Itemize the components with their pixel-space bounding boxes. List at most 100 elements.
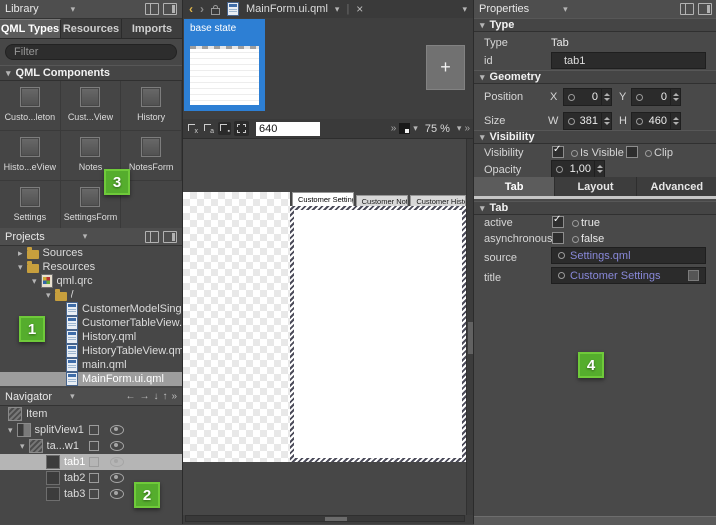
component-history[interactable]: History	[121, 81, 182, 131]
chevron-down-icon[interactable]: ▾	[335, 5, 340, 14]
form-tab-customer-notes[interactable]: Customer Notes	[356, 195, 409, 206]
overflow-icon[interactable]: »	[391, 123, 397, 134]
export-icon[interactable]	[89, 457, 99, 467]
stepper-icon[interactable]	[601, 113, 611, 129]
zoom-level[interactable]: 75 %	[425, 123, 450, 135]
eye-icon[interactable]	[110, 425, 124, 435]
chevron-down-icon[interactable]: ▾	[71, 5, 76, 14]
active-checkbox[interactable]: ✓	[552, 216, 564, 228]
export-icon[interactable]	[89, 425, 99, 435]
open-file-name[interactable]: MainForm.ui.qml	[246, 3, 328, 15]
export-icon[interactable]	[89, 489, 99, 499]
export-icon[interactable]	[89, 473, 99, 483]
split-panel-icon[interactable]	[680, 3, 694, 15]
binding-dot-icon[interactable]	[556, 166, 563, 173]
tree-row-resources[interactable]: ▾ Resources	[0, 260, 182, 274]
qml-components-section-header[interactable]: ▾ QML Components	[0, 65, 182, 81]
snap-anchors-icon[interactable]: a	[202, 122, 215, 135]
tab-tab[interactable]: Tab	[474, 177, 555, 196]
binding-dot-icon[interactable]	[572, 220, 579, 227]
section-geometry[interactable]: ▾ Geometry	[474, 70, 716, 84]
binding-dot-icon[interactable]	[571, 150, 578, 157]
binding-dot-icon[interactable]	[568, 94, 575, 101]
y-spinbox[interactable]: 0	[631, 88, 681, 106]
transparent-checkerboard[interactable]: Customer Settings Customer Notes Custome…	[183, 192, 466, 462]
x-spinbox[interactable]: 0	[563, 88, 612, 106]
chevron-down-icon[interactable]: ▾	[413, 124, 418, 133]
horizontal-scrollbar[interactable]	[185, 515, 465, 522]
eye-icon[interactable]	[110, 441, 124, 451]
component-historytableview[interactable]: Histo...eView	[0, 131, 61, 181]
chevron-down-icon[interactable]: ▾	[18, 263, 23, 272]
navigator-row-tabview1[interactable]: ▾ ta...w1	[0, 438, 182, 454]
id-field[interactable]: tab1	[551, 52, 706, 69]
chevron-down-icon[interactable]: ▾	[32, 277, 37, 286]
tree-row-sources[interactable]: ▸ Sources	[0, 246, 182, 260]
tree-row-customermodel[interactable]: CustomerModelSingle	[0, 302, 182, 316]
tree-row-root-folder[interactable]: ▾ /	[0, 288, 182, 302]
canvas-width-field[interactable]: 640	[256, 122, 320, 136]
navigator-row-splitview1[interactable]: ▾ splitView1	[0, 422, 182, 438]
form-content-area[interactable]	[294, 210, 462, 458]
height-spinbox[interactable]: 460	[631, 112, 681, 130]
chevron-down-icon[interactable]: ▾	[20, 442, 25, 451]
overflow-icon[interactable]: »	[171, 391, 177, 402]
close-document-icon[interactable]: ×	[356, 2, 363, 16]
chevron-down-icon[interactable]: ▾	[462, 5, 467, 14]
eye-icon[interactable]	[110, 489, 124, 499]
overflow-icon[interactable]: »	[464, 123, 470, 134]
forward-icon[interactable]: ›	[200, 2, 204, 16]
move-down-icon[interactable]: ↓	[153, 391, 158, 402]
binding-dot-icon[interactable]	[636, 94, 643, 101]
chevron-right-icon[interactable]: ▸	[18, 249, 23, 258]
is-visible-checkbox[interactable]: ✓	[552, 146, 564, 158]
close-panel-icon[interactable]	[163, 3, 177, 15]
scrollbar-handle[interactable]	[325, 517, 347, 521]
tree-row-main[interactable]: main.qml	[0, 358, 182, 372]
stepper-icon[interactable]	[594, 161, 604, 177]
move-right-icon[interactable]: →	[139, 391, 149, 402]
tab-qml-types[interactable]: QML Types	[0, 19, 61, 38]
binding-dot-icon[interactable]	[572, 236, 579, 243]
component-settings[interactable]: Settings	[0, 181, 61, 231]
chevron-down-icon[interactable]: ▾	[70, 392, 75, 401]
translation-icon[interactable]	[688, 270, 699, 281]
move-up-icon[interactable]: ↑	[162, 391, 167, 402]
stepper-icon[interactable]	[601, 89, 611, 105]
binding-dot-icon[interactable]	[645, 150, 652, 157]
section-tab[interactable]: ▾ Tab	[474, 201, 716, 215]
form-tab-customer-history[interactable]: Customer History	[410, 195, 466, 206]
stepper-icon[interactable]	[670, 113, 680, 129]
export-icon[interactable]	[89, 441, 99, 451]
tree-row-qmlqrc[interactable]: ▾ qml.qrc	[0, 274, 182, 288]
tab-imports[interactable]: Imports	[122, 19, 182, 38]
close-panel-icon[interactable]	[698, 3, 712, 15]
tree-row-historytableview[interactable]: HistoryTableView.qml	[0, 344, 182, 358]
move-left-icon[interactable]: ←	[125, 391, 135, 402]
design-canvas[interactable]: Customer Settings Customer Notes Custome…	[183, 139, 466, 515]
split-panel-icon[interactable]	[145, 3, 159, 15]
binding-dot-icon[interactable]	[568, 118, 575, 125]
binding-dot-icon[interactable]	[636, 118, 643, 125]
chevron-down-icon[interactable]: ▾	[563, 5, 568, 14]
back-icon[interactable]: ‹	[189, 2, 193, 16]
chevron-down-icon[interactable]: ▾	[46, 291, 51, 300]
stepper-icon[interactable]	[670, 89, 680, 105]
eye-icon[interactable]	[110, 457, 124, 467]
clip-checkbox[interactable]	[626, 146, 638, 158]
chevron-down-icon[interactable]: ▾	[83, 232, 88, 241]
component-customertableview[interactable]: Cust...View	[61, 81, 122, 131]
binding-dot-icon[interactable]	[558, 252, 565, 259]
close-panel-icon[interactable]	[163, 231, 177, 243]
vertical-scrollbar[interactable]	[466, 139, 473, 515]
binding-dot-icon[interactable]	[558, 272, 565, 279]
form-tab-customer-settings[interactable]: Customer Settings	[292, 192, 354, 206]
base-state-card[interactable]: base state	[184, 19, 265, 111]
asynchronous-checkbox[interactable]	[552, 232, 564, 244]
tab-resources[interactable]: Resources	[61, 19, 122, 38]
title-field[interactable]: Customer Settings	[551, 267, 706, 284]
show-bounding-rect-icon[interactable]	[234, 121, 249, 136]
add-state-button[interactable]: +	[426, 45, 465, 90]
split-panel-icon[interactable]	[145, 231, 159, 243]
tree-row-mainform-selected[interactable]: MainForm.ui.qml	[0, 372, 182, 386]
